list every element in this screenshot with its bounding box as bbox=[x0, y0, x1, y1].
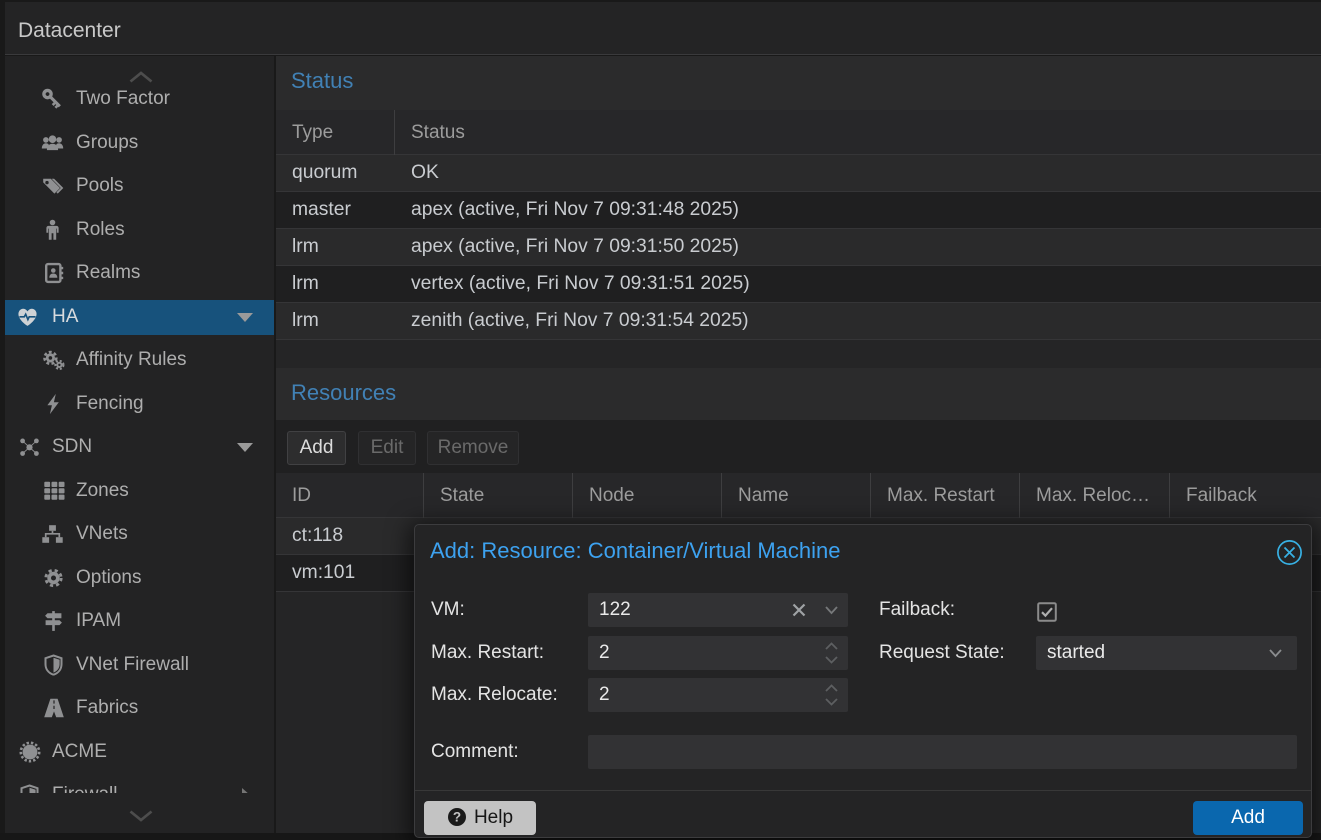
svg-text:?: ? bbox=[453, 810, 461, 825]
